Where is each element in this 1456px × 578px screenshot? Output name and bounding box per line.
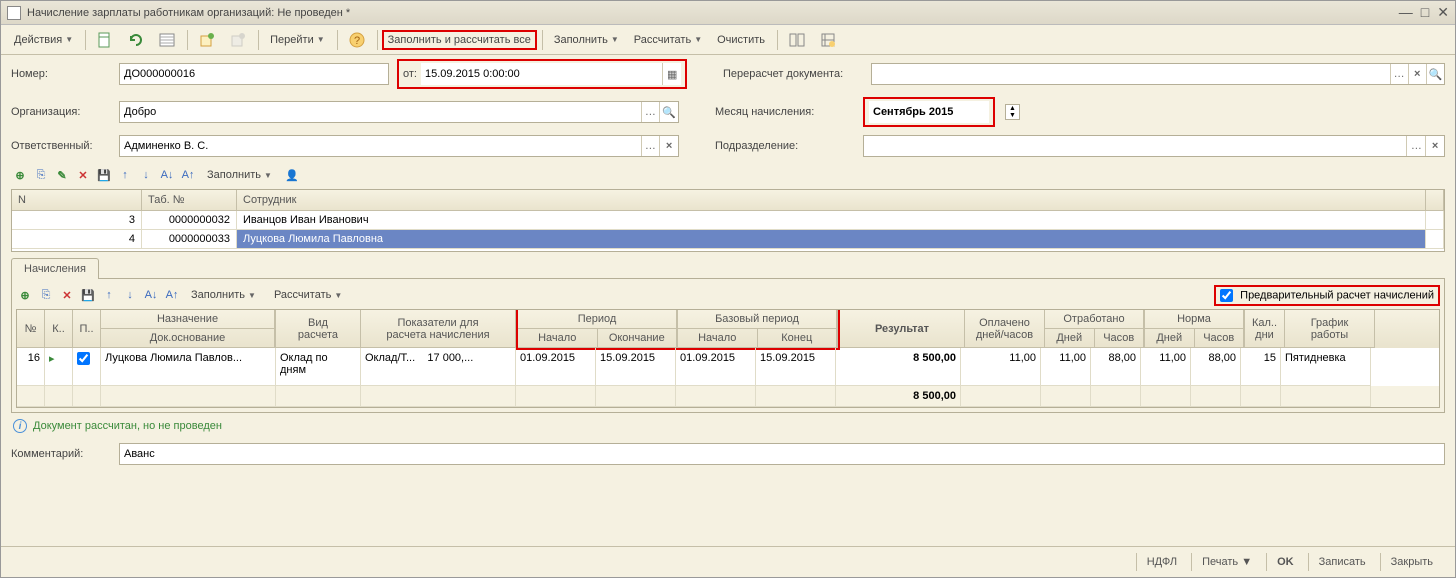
org-input[interactable]: …🔍: [119, 101, 679, 123]
window-title: Начисление зарплаты работникам организац…: [27, 7, 1399, 19]
comment-input[interactable]: [119, 443, 1445, 465]
recalc-label: Перерасчет документа:: [723, 68, 863, 80]
new-doc-icon[interactable]: [90, 28, 120, 52]
delete-row-icon[interactable]: ✕: [74, 166, 92, 184]
post-icon[interactable]: [192, 28, 222, 52]
close-button[interactable]: ✕: [1437, 4, 1449, 21]
move-up-icon[interactable]: ↑: [116, 166, 134, 184]
settings-icon[interactable]: [813, 28, 843, 52]
resp-input[interactable]: …×: [119, 135, 679, 157]
col-tab: Таб. №: [142, 190, 237, 211]
clear-icon: ×: [659, 136, 678, 156]
month-down-icon[interactable]: ▼: [1006, 112, 1019, 119]
select-icon: …: [1390, 64, 1408, 84]
ndfl-button[interactable]: НДФЛ: [1136, 553, 1187, 571]
accruals-calc-menu[interactable]: Рассчитать▼: [267, 285, 349, 305]
clear-button[interactable]: Очистить: [710, 30, 772, 50]
doc-icon: [7, 6, 21, 20]
division-input[interactable]: …×: [863, 135, 1445, 157]
edit-row-icon[interactable]: ✎: [53, 166, 71, 184]
save-rows-icon[interactable]: 💾: [95, 166, 113, 184]
org-label: Организация:: [11, 106, 111, 118]
add-row-icon[interactable]: ⊕: [16, 286, 34, 304]
close-button[interactable]: Закрыть: [1380, 553, 1443, 571]
main-toolbar: Действия▼ Перейти▼ ? Заполнить и рассчит…: [1, 25, 1455, 55]
clear-icon: ×: [1425, 136, 1444, 156]
sort-asc-icon[interactable]: A↓: [158, 166, 176, 184]
minimize-button[interactable]: —: [1399, 4, 1413, 21]
number-input[interactable]: [119, 63, 389, 85]
accruals-grid: № К.. П.. Назначение Док.основание Вид р…: [16, 309, 1440, 408]
recalc-input[interactable]: …×🔍: [871, 63, 1445, 85]
employees-toolbar: ⊕ ⎘ ✎ ✕ 💾 ↑ ↓ A↓ A↑ Заполнить▼ 👤: [1, 161, 1455, 189]
delete-row-icon[interactable]: ✕: [58, 286, 76, 304]
unpost-icon[interactable]: [223, 28, 253, 52]
resp-label: Ответственный:: [11, 140, 111, 152]
select-icon: …: [641, 136, 660, 156]
col-emp: Сотрудник: [237, 190, 1426, 211]
refresh-icon[interactable]: [121, 28, 151, 52]
month-label: Месяц начисления:: [715, 106, 855, 118]
magnifier-icon: 🔍: [1426, 64, 1444, 84]
sort-asc-icon[interactable]: A↓: [142, 286, 160, 304]
print-menu[interactable]: Печать ▼: [1191, 553, 1262, 571]
sort-desc-icon[interactable]: A↑: [179, 166, 197, 184]
accruals-toolbar: ⊕ ⎘ ✕ 💾 ↑ ↓ A↓ A↑ Заполнить▼ Рассчитать▼: [16, 283, 350, 307]
comment-label: Комментарий:: [11, 448, 111, 460]
table-row[interactable]: 16 ▸ Луцкова Люмила Павлов... Оклад по д…: [17, 348, 1439, 386]
list-icon[interactable]: [152, 28, 182, 52]
copy-row-icon[interactable]: ⎘: [37, 286, 55, 304]
titlebar: Начисление зарплаты работникам организац…: [1, 1, 1455, 25]
month-up-icon[interactable]: ▲: [1006, 105, 1019, 112]
col-n: N: [12, 190, 142, 211]
layout-icon[interactable]: [782, 28, 812, 52]
move-down-icon[interactable]: ↓: [137, 166, 155, 184]
sort-desc-icon[interactable]: A↑: [163, 286, 181, 304]
actions-menu[interactable]: Действия▼: [7, 30, 80, 50]
magnifier-icon: 🔍: [659, 102, 678, 122]
footer-bar: НДФЛ Печать ▼ OK Записать Закрыть: [1, 546, 1455, 577]
save-rows-icon[interactable]: 💾: [79, 286, 97, 304]
help-icon[interactable]: ?: [342, 28, 372, 52]
tab-accruals[interactable]: Начисления: [11, 258, 99, 279]
clear-icon: ×: [1408, 64, 1426, 84]
info-icon: i: [13, 419, 27, 433]
preliminary-checkbox-wrap: Предварительный расчет начислений: [1214, 285, 1440, 306]
add-row-icon[interactable]: ⊕: [11, 166, 29, 184]
employees-grid: N Таб. № Сотрудник 3 0000000032 Иванцов …: [11, 189, 1445, 252]
date-label: от:: [403, 68, 417, 80]
total-row: 8 500,00: [17, 386, 1439, 407]
status-text: Документ рассчитан, но не проведен: [33, 420, 222, 432]
table-row[interactable]: 4 0000000033 Луцкова Люмила Павловна: [12, 230, 1444, 249]
fill-menu[interactable]: Заполнить▼: [547, 30, 626, 50]
division-label: Подразделение:: [715, 140, 855, 152]
table-row[interactable]: 3 0000000032 Иванцов Иван Иванович: [12, 211, 1444, 230]
number-label: Номер:: [11, 68, 111, 80]
svg-text:?: ?: [354, 35, 360, 47]
calc-menu[interactable]: Рассчитать▼: [627, 30, 709, 50]
accruals-fill-menu[interactable]: Заполнить▼: [184, 285, 263, 305]
fill-calc-all-button[interactable]: Заполнить и рассчитать все: [382, 30, 537, 50]
person-icon[interactable]: 👤: [283, 166, 301, 184]
preliminary-checkbox[interactable]: [1220, 289, 1233, 302]
date-input[interactable]: ▦: [421, 63, 681, 85]
copy-row-icon[interactable]: ⎘: [32, 166, 50, 184]
employees-fill-menu[interactable]: Заполнить▼: [200, 165, 279, 185]
move-up-icon[interactable]: ↑: [100, 286, 118, 304]
move-down-icon[interactable]: ↓: [121, 286, 139, 304]
month-input[interactable]: [869, 101, 989, 123]
select-icon: …: [641, 102, 660, 122]
save-button[interactable]: Записать: [1308, 553, 1376, 571]
maximize-button[interactable]: □: [1421, 4, 1429, 21]
select-icon: …: [1406, 136, 1425, 156]
row-checkbox[interactable]: [77, 352, 90, 365]
goto-menu[interactable]: Перейти▼: [263, 30, 332, 50]
calendar-icon: ▦: [662, 63, 681, 85]
ok-button[interactable]: OK: [1266, 553, 1304, 571]
